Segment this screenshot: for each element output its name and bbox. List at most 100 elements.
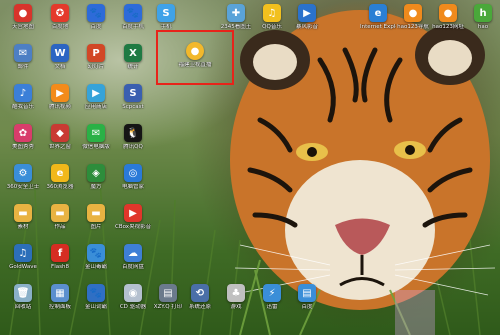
desktop-icon-label: 素材 bbox=[17, 224, 29, 230]
desktop-icon-label: 图片 bbox=[90, 224, 102, 230]
desktop-icon[interactable]: ▶ CBox央视影音 bbox=[115, 204, 151, 231]
desktop-icon-label: 360浏览器 bbox=[46, 184, 74, 190]
app-icon: h bbox=[474, 4, 492, 22]
desktop-icon[interactable]: ♫ QQ音乐 bbox=[254, 4, 290, 31]
desktop-icon[interactable]: ▤ XZY.Q 打印 bbox=[150, 284, 186, 311]
desktop-icon[interactable]: ♪ 酷我音乐 bbox=[5, 84, 41, 111]
app-icon: ⚙ bbox=[14, 164, 32, 182]
desktop-icon[interactable]: ⚡ 迅雷 bbox=[254, 284, 290, 311]
app-icon: ◎ bbox=[124, 164, 142, 182]
desktop-icon-label: 迅雷 bbox=[266, 304, 278, 310]
desktop-icon-label: 控制面板 bbox=[48, 304, 71, 310]
desktop-icon[interactable]: 🗑 回收站 bbox=[5, 284, 41, 311]
desktop-icon[interactable]: ♣ 游戏 bbox=[218, 284, 254, 311]
desktop-icon-label: 百度 bbox=[301, 304, 313, 310]
desktop-icon[interactable]: ▤ 百度 bbox=[289, 284, 325, 311]
desktop-icon-label: 邮件 bbox=[17, 64, 29, 70]
desktop-icon-label: 百度网盘 bbox=[121, 264, 144, 270]
app-icon: ▶ bbox=[51, 84, 69, 102]
desktop-icon-label: 暴风影音 bbox=[295, 24, 318, 30]
desktop-icon-label: hao bbox=[477, 24, 489, 30]
desktop-icon[interactable]: P 幻灯片 bbox=[78, 44, 114, 71]
desktop-icon-label: 百度地 bbox=[51, 24, 69, 30]
desktop-icon[interactable]: 🐾 金山词霸 bbox=[78, 284, 114, 311]
desktop-icon[interactable]: ▶ 腾讯视频 bbox=[42, 84, 78, 111]
app-icon: ✉ bbox=[14, 44, 32, 62]
desktop-icon-label: 酷我音乐 bbox=[11, 104, 34, 110]
desktop[interactable]: ● 天宫地图 ✪ 百度地 🐾 百度 🐾 百度手机 S 手机 ✚ 2345看图王 ♫ QQ音乐 ▶ 暴风影音 e I… bbox=[0, 0, 500, 335]
app-icon: ✿ bbox=[14, 124, 32, 142]
desktop-icon[interactable]: ⟲ 系统还原 bbox=[182, 284, 218, 311]
desktop-icon[interactable]: 🐾 百度 bbox=[78, 4, 114, 31]
desktop-icon[interactable]: e Internet Explorer bbox=[360, 4, 396, 31]
app-icon: e bbox=[369, 4, 387, 22]
desktop-icon[interactable]: e 360浏览器 bbox=[42, 164, 78, 191]
desktop-icon-label: 360安全卫士 bbox=[6, 184, 40, 190]
desktop-icon[interactable]: ⚙ 360安全卫士 bbox=[5, 164, 41, 191]
desktop-icon[interactable]: ✚ 2345看图王 bbox=[218, 4, 254, 31]
desktop-icon[interactable]: 🐧 腾讯QQ bbox=[115, 124, 151, 151]
desktop-icon-label: 回收站 bbox=[14, 304, 32, 310]
desktop-icon[interactable]: ✪ 百度地 bbox=[42, 4, 78, 31]
desktop-icon[interactable]: 🐾 百度手机 bbox=[115, 4, 151, 31]
desktop-icon[interactable]: ▶ 暴风影音 bbox=[289, 4, 325, 31]
desktop-icon[interactable]: ◆ 世界之窗 bbox=[42, 124, 78, 151]
desktop-icon-label: 系统还原 bbox=[188, 304, 211, 310]
desktop-icon[interactable]: ● hao123导航 bbox=[395, 4, 431, 31]
desktop-icon[interactable]: ☁ 百度网盘 bbox=[115, 244, 151, 271]
desktop-icon[interactable]: ✉ 邮件 bbox=[5, 44, 41, 71]
app-icon: X bbox=[124, 44, 142, 62]
desktop-icon-label: Flash8 bbox=[51, 264, 69, 270]
desktop-icon-label: QQ音乐 bbox=[262, 24, 282, 30]
desktop-icon[interactable]: S Scpcast bbox=[115, 84, 151, 111]
desktop-icon-label: 百度手机 bbox=[121, 24, 144, 30]
desktop-icon[interactable]: ▶ 应用商店 bbox=[78, 84, 114, 111]
app-icon: ● bbox=[439, 4, 457, 22]
desktop-icon[interactable]: X 统计 bbox=[115, 44, 151, 71]
desktop-icon-label: 统计 bbox=[127, 64, 139, 70]
app-icon: P bbox=[87, 44, 105, 62]
desktop-icon-label: CD 驱动器 bbox=[119, 304, 147, 310]
desktop-icon[interactable]: ◈ 魔方 bbox=[78, 164, 114, 191]
app-icon: ▤ bbox=[298, 284, 316, 302]
app-icon: ▦ bbox=[51, 284, 69, 302]
desktop-icon[interactable]: ▬ 素材 bbox=[5, 204, 41, 231]
app-icon: ⟲ bbox=[191, 284, 209, 302]
app-icon: S bbox=[157, 4, 175, 22]
desktop-icon[interactable]: ▦ 控制面板 bbox=[42, 284, 78, 311]
desktop-icon[interactable]: ▬ 作品 bbox=[42, 204, 78, 231]
desktop-icon-label: 应用商店 bbox=[84, 104, 107, 110]
desktop-icon[interactable]: ● 天宫地图 bbox=[5, 4, 41, 31]
desktop-icon[interactable]: ♫ GoldWave bbox=[5, 244, 41, 271]
desktop-icon-label: 金山词霸 bbox=[84, 304, 107, 310]
desktop-icon-label: hao123导航 bbox=[397, 24, 429, 30]
desktop-icon[interactable]: ▬ 图片 bbox=[78, 204, 114, 231]
desktop-icon-label: 腾讯视频 bbox=[48, 104, 71, 110]
app-icon: ◉ bbox=[124, 284, 142, 302]
app-icon: ▶ bbox=[87, 84, 105, 102]
desktop-icon[interactable]: S 手机 bbox=[148, 4, 184, 31]
app-icon: ▬ bbox=[14, 204, 32, 222]
app-icon: 🐾 bbox=[87, 244, 105, 262]
app-icon: ♫ bbox=[14, 244, 32, 262]
desktop-icon[interactable]: ● hao123网址 bbox=[430, 4, 466, 31]
desktop-icon[interactable]: f Flash8 bbox=[42, 244, 78, 271]
desktop-icon-label: 百度 bbox=[90, 24, 102, 30]
desktop-icon[interactable]: 🐾 金山毒霸 bbox=[78, 244, 114, 271]
desktop-icon-label: GoldWave bbox=[9, 264, 37, 270]
app-icon: ♣ bbox=[227, 284, 245, 302]
desktop-icon-selected[interactable]: ● 福建卫视直播 bbox=[175, 42, 215, 69]
desktop-icon[interactable]: h hao bbox=[465, 4, 500, 31]
desktop-icon[interactable]: W 文档 bbox=[42, 44, 78, 71]
desktop-icon-label: hao123网址 bbox=[432, 24, 464, 30]
desktop-icon[interactable]: ◉ CD 驱动器 bbox=[115, 284, 151, 311]
app-icon: ● bbox=[186, 42, 204, 60]
desktop-icon-label: CBox央视影音 bbox=[115, 224, 151, 230]
desktop-icon[interactable]: ✿ 美图秀秀 bbox=[5, 124, 41, 151]
desktop-icon-label: 金山毒霸 bbox=[84, 264, 107, 270]
app-icon: ✉ bbox=[87, 124, 105, 142]
desktop-icon[interactable]: ◎ 电脑管家 bbox=[115, 164, 151, 191]
desktop-icon-label: Internet Explorer bbox=[360, 24, 396, 30]
desktop-icon[interactable]: ✉ 微信电脑版 bbox=[78, 124, 114, 151]
app-icon: S bbox=[124, 84, 142, 102]
